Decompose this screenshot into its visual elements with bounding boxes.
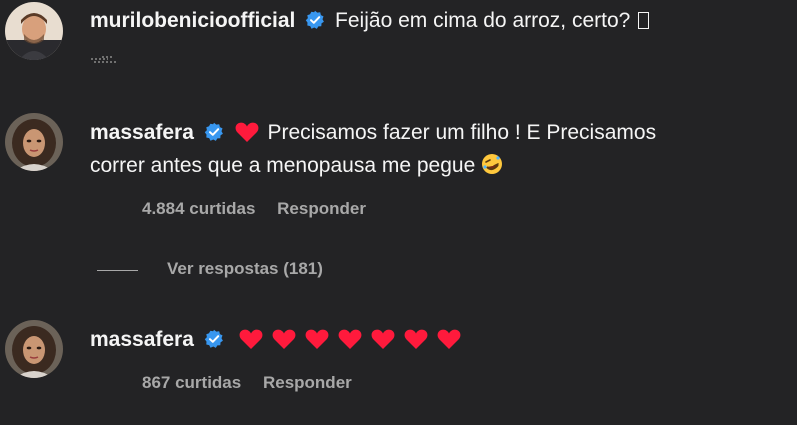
comment-text-line: massafera	[90, 325, 469, 355]
red-heart-icon	[305, 329, 329, 349]
rolling-laughing-icon	[482, 154, 503, 174]
verified-badge-icon	[204, 329, 223, 348]
comment-text: Precisamos fazer um filho ! E Precisamos	[267, 121, 657, 144]
red-heart-icon	[235, 122, 259, 142]
red-heart-icon	[272, 329, 296, 349]
missing-glyph-icon	[638, 12, 650, 29]
link-mark-icon	[91, 56, 116, 63]
avatar-man-icon	[5, 2, 63, 60]
comment-text-line: murilobenicioofficial Feijão em cima do …	[90, 6, 650, 36]
red-heart-icon	[371, 329, 395, 349]
username[interactable]: massafera	[90, 328, 194, 351]
avatar[interactable]	[5, 320, 63, 378]
avatar[interactable]	[5, 2, 63, 60]
avatar-woman-icon	[5, 320, 63, 378]
replies-divider	[97, 270, 138, 271]
comment-text-line-1: massafera Precisamos fazer um filho ! E …	[90, 118, 656, 148]
comment-text: Feijão em cima do arroz, certo?	[335, 9, 631, 32]
reply-button[interactable]: Responder	[263, 373, 352, 392]
avatar[interactable]	[5, 113, 63, 171]
avatar-woman-icon	[5, 113, 63, 171]
comment-text-line-2: correr antes que a menopausa me pegue	[90, 151, 503, 181]
verified-badge-icon	[204, 122, 223, 141]
hearts-row	[238, 328, 469, 351]
red-heart-icon	[338, 329, 362, 349]
red-heart-icon	[404, 329, 428, 349]
username[interactable]: murilobenicioofficial	[90, 9, 295, 32]
reply-button[interactable]: Responder	[277, 199, 366, 218]
likes-count[interactable]: 4.884 curtidas	[142, 199, 255, 218]
red-heart-icon	[239, 329, 263, 349]
red-heart-icon	[437, 329, 461, 349]
verified-badge-icon	[306, 10, 325, 29]
comment-meta: 4.884 curtidas Responder	[142, 199, 366, 219]
likes-count[interactable]: 867 curtidas	[142, 373, 241, 392]
view-replies-button[interactable]: Ver respostas (181)	[167, 259, 323, 279]
comment-text-continued: correr antes que a menopausa me pegue	[90, 154, 476, 177]
comment-meta: 867 curtidas Responder	[142, 373, 352, 393]
username[interactable]: massafera	[90, 121, 194, 144]
